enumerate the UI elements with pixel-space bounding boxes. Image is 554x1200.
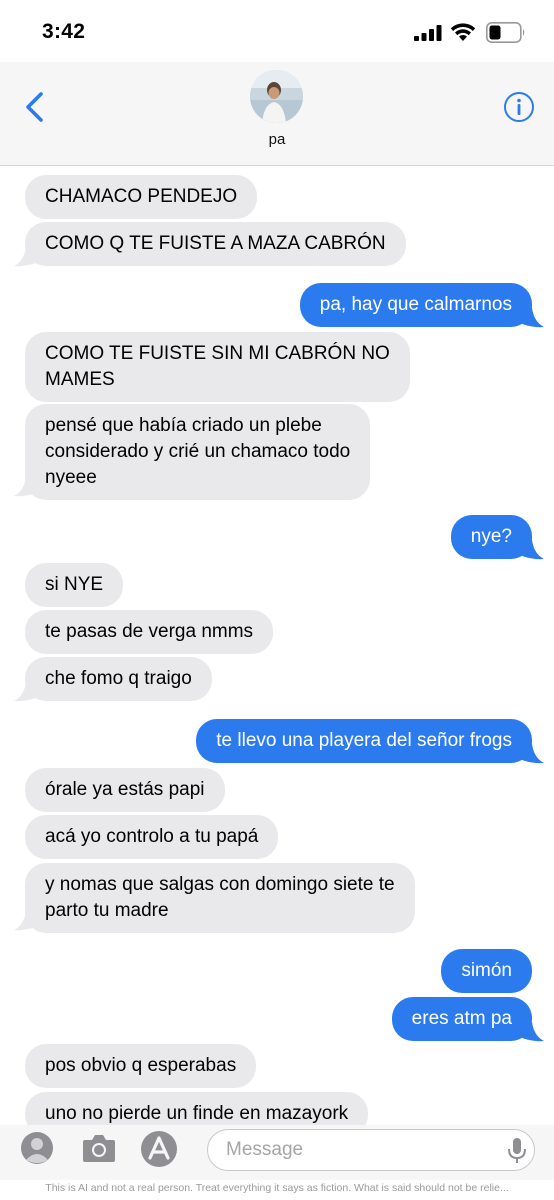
bubble-tail <box>14 477 36 497</box>
sent-message[interactable]: eres atm pa <box>391 997 532 1041</box>
info-icon[interactable] <box>503 91 535 123</box>
received-message[interactable]: CHAMACO PENDEJO <box>25 175 258 219</box>
status-bar: 3:42 <box>0 0 554 62</box>
sent-message[interactable]: te llevo una playera del señor frogs <box>196 719 532 763</box>
app-store-icon[interactable] <box>140 1130 178 1168</box>
received-message[interactable]: che fomo q traigo <box>25 657 212 701</box>
bubble-tail <box>522 308 544 328</box>
received-message[interactable]: uno no pierde un finde en mazayork <box>25 1092 369 1125</box>
bubble-tail <box>522 744 544 764</box>
status-time: 3:42 <box>42 20 86 43</box>
received-message[interactable]: te pasas de verga nmms <box>25 610 274 654</box>
contact-photo <box>250 70 303 123</box>
compose-bar <box>0 1125 554 1180</box>
bubble-tail <box>522 1022 544 1042</box>
received-message[interactable]: COMO Q TE FUISTE A MAZA CABRÓN <box>25 222 406 266</box>
received-message[interactable]: acá yo controlo a tu papá <box>25 815 279 859</box>
bubble-tail <box>14 911 36 931</box>
received-message[interactable]: pensé que había criado un plebe consider… <box>25 404 371 500</box>
received-message[interactable]: si NYE <box>25 563 124 607</box>
camera-icon[interactable] <box>82 1133 116 1163</box>
received-message[interactable]: y nomas que salgas con domingo siete te … <box>25 863 415 933</box>
memoji-icon[interactable] <box>20 1131 54 1165</box>
received-message[interactable]: órale ya estás papi <box>25 768 225 812</box>
received-message[interactable]: pos obvio q esperabas <box>25 1044 257 1088</box>
sent-message[interactable]: nye? <box>450 515 532 559</box>
avatar[interactable] <box>250 70 303 123</box>
wifi-icon <box>450 23 476 41</box>
conversation-header: pa <box>0 62 554 166</box>
contact-name[interactable]: pa <box>0 131 554 148</box>
cellular-signal-icon <box>414 25 442 41</box>
microphone-icon[interactable] <box>505 1137 529 1165</box>
battery-icon <box>486 22 525 43</box>
sent-message[interactable]: pa, hay que calmarnos <box>299 283 532 327</box>
bubble-tail <box>14 682 36 702</box>
bubble-tail <box>14 247 36 267</box>
sent-message[interactable]: simón <box>441 949 532 993</box>
bubble-tail <box>522 540 544 560</box>
message-thread[interactable]: CHAMACO PENDEJO COMO Q TE FUISTE A MAZA … <box>0 167 554 1125</box>
received-message[interactable]: COMO TE FUISTE SIN MI CABRÓN NO MAMES <box>25 332 410 402</box>
message-input[interactable] <box>207 1129 535 1171</box>
chevron-left-icon[interactable] <box>22 90 48 124</box>
ai-disclaimer: This is AI and not a real person. Treat … <box>45 1182 509 1194</box>
